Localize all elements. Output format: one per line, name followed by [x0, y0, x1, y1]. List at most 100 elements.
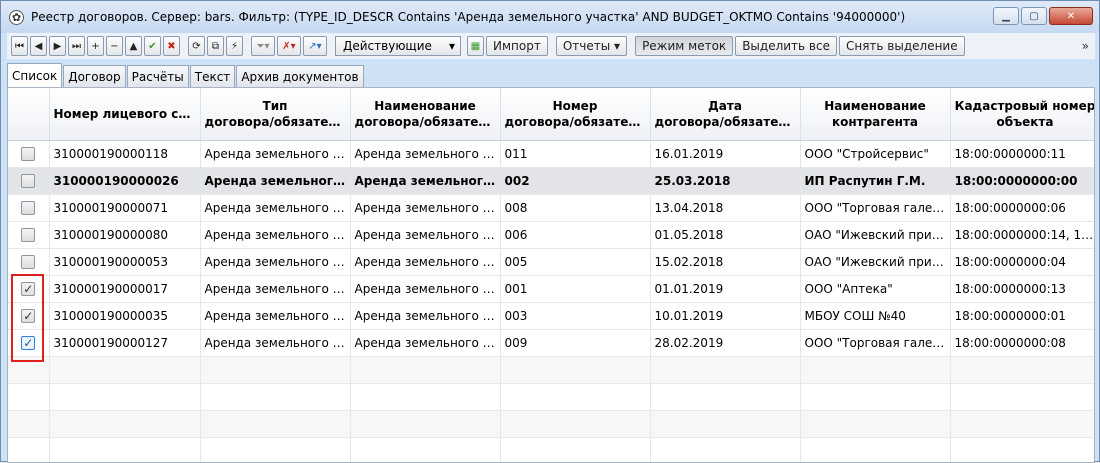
- counterparty-cell[interactable]: ООО "Торговая галерея": [800, 194, 951, 222]
- header-contract-name[interactable]: Наименованиедоговора/обязательс...: [350, 88, 501, 141]
- contract-date-cell[interactable]: 01.05.2018: [650, 221, 801, 249]
- mark-mode-button[interactable]: Режим меток: [635, 36, 734, 56]
- status-filter-dropdown[interactable]: Действующие ▾: [335, 36, 461, 56]
- counterparty-cell[interactable]: ООО "Стройсервис": [800, 140, 951, 168]
- contract-name-cell[interactable]: Аренда земельного уча...: [350, 194, 501, 222]
- counterparty-cell[interactable]: ИП Распутин Г.М.: [800, 167, 951, 195]
- account-number-cell[interactable]: 310000190000017: [49, 275, 201, 303]
- table-row[interactable]: 310000190000026Аренда земельного у...Аре…: [8, 167, 1094, 195]
- first-record-button[interactable]: ⏮: [11, 36, 28, 56]
- lightning-icon[interactable]: ⚡: [226, 36, 243, 56]
- copy-icon[interactable]: ⧉: [207, 36, 224, 56]
- table-row[interactable]: 310000190000071 Аренда земельного уча... А…: [8, 194, 1094, 222]
- counterparty-cell[interactable]: ОАО "Ижевский прибо...: [800, 248, 951, 276]
- table-row[interactable]: ✓ 310000190000017 Аренда земельного уча...…: [8, 275, 1094, 303]
- account-number-cell[interactable]: 310000190000026: [49, 167, 201, 195]
- apply-icon[interactable]: ✔: [144, 36, 161, 56]
- contract-name-cell[interactable]: Аренда земельного уча...: [350, 329, 501, 357]
- last-record-button[interactable]: ⏭: [68, 36, 85, 56]
- excel-icon[interactable]: ▦: [467, 36, 484, 56]
- counterparty-cell[interactable]: МБОУ СОШ №40: [800, 302, 951, 330]
- account-number-cell[interactable]: 310000190000080: [49, 221, 201, 249]
- tab-calculations[interactable]: Расчёты: [126, 65, 189, 87]
- cadastral-number-cell[interactable]: 18:00:0000000:11: [950, 140, 1094, 168]
- row-checkbox[interactable]: [21, 254, 36, 269]
- contract-number-cell[interactable]: 009: [500, 329, 651, 357]
- clear-selection-button[interactable]: Снять выделение: [838, 36, 965, 56]
- table-row[interactable]: ✓ 310000190000035 Аренда земельного уча...…: [8, 302, 1094, 330]
- account-number-cell[interactable]: 310000190000053: [49, 248, 201, 276]
- header-contract-date[interactable]: Датадоговора/обязательс...: [650, 88, 801, 141]
- contract-type-cell[interactable]: Аренда земельного уча...: [200, 221, 351, 249]
- maximize-button[interactable]: ▢: [1021, 7, 1047, 25]
- contract-number-cell[interactable]: 008: [500, 194, 651, 222]
- tab-text[interactable]: Текст: [189, 65, 236, 87]
- reports-button[interactable]: Отчеты ▾: [555, 36, 628, 56]
- contract-name-cell[interactable]: Аренда земельного уча...: [350, 140, 501, 168]
- contract-type-cell[interactable]: Аренда земельного уча...: [200, 248, 351, 276]
- contract-number-cell[interactable]: 003: [500, 302, 651, 330]
- cadastral-number-cell[interactable]: 18:00:0000000:06: [950, 194, 1094, 222]
- tab-list[interactable]: Список: [7, 63, 63, 87]
- cancel-icon[interactable]: ✖: [163, 36, 180, 56]
- header-cadastral-number[interactable]: Кадастровый номер объекта: [950, 88, 1094, 141]
- contract-number-cell[interactable]: 002: [500, 167, 651, 195]
- minimize-button[interactable]: ▁: [993, 7, 1019, 25]
- navigate-arrow-icon[interactable]: ↗▾: [303, 36, 327, 56]
- contract-date-cell[interactable]: 01.01.2019: [650, 275, 801, 303]
- account-number-cell[interactable]: 310000190000071: [49, 194, 201, 222]
- contract-type-cell[interactable]: Аренда земельного уча...: [200, 329, 351, 357]
- delete-record-button[interactable]: −: [106, 36, 123, 56]
- contract-number-cell[interactable]: 011: [500, 140, 651, 168]
- cadastral-number-cell[interactable]: 18:00:0000000:00: [950, 167, 1094, 195]
- header-account-number[interactable]: Номер лицевого счёта: [49, 88, 201, 141]
- contract-type-cell[interactable]: Аренда земельного уча...: [200, 275, 351, 303]
- contract-date-cell[interactable]: 15.02.2018: [650, 248, 801, 276]
- contract-type-cell[interactable]: Аренда земельного у...: [200, 167, 351, 195]
- counterparty-cell[interactable]: ООО "Торговая галерея": [800, 329, 951, 357]
- table-row[interactable]: ✓ 310000190000127 Аренда земельного уча...…: [8, 329, 1094, 357]
- header-contract-number[interactable]: Номер договора/обязател...: [500, 88, 651, 141]
- next-record-button[interactable]: ▶: [49, 36, 66, 56]
- table-row[interactable]: 310000190000080 Аренда земельного уча... А…: [8, 221, 1094, 249]
- row-checkbox[interactable]: [21, 227, 36, 242]
- contract-name-cell[interactable]: Аренда земельного уча...: [350, 302, 501, 330]
- filter-icon[interactable]: ⏷▾: [251, 36, 275, 56]
- account-number-cell[interactable]: 310000190000118: [49, 140, 201, 168]
- toolbar-overflow-button[interactable]: »: [1082, 39, 1089, 53]
- counterparty-cell[interactable]: ОАО "Ижевский прибо...: [800, 221, 951, 249]
- import-button[interactable]: Импорт: [486, 36, 548, 56]
- row-checkbox[interactable]: [21, 146, 36, 161]
- contract-date-cell[interactable]: 25.03.2018: [650, 167, 801, 195]
- cadastral-number-cell[interactable]: 18:00:0000000:08: [950, 329, 1094, 357]
- contract-type-cell[interactable]: Аренда земельного уча...: [200, 140, 351, 168]
- header-counterparty[interactable]: Наименование контрагента: [800, 88, 951, 141]
- contract-name-cell[interactable]: Аренда земельного уча...: [350, 275, 501, 303]
- table-row[interactable]: 310000190000118 Аренда земельного уча... А…: [8, 140, 1094, 168]
- contract-number-cell[interactable]: 001: [500, 275, 651, 303]
- contract-number-cell[interactable]: 006: [500, 221, 651, 249]
- counterparty-cell[interactable]: ООО "Аптека": [800, 275, 951, 303]
- cadastral-number-cell[interactable]: 18:00:0000000:04: [950, 248, 1094, 276]
- contract-type-cell[interactable]: Аренда земельного уча...: [200, 194, 351, 222]
- account-number-cell[interactable]: 310000190000127: [49, 329, 201, 357]
- clear-filter-icon[interactable]: ✗▾: [277, 36, 301, 56]
- row-checkbox[interactable]: ✓: [21, 308, 36, 323]
- row-checkbox[interactable]: [21, 173, 36, 188]
- cadastral-number-cell[interactable]: 18:00:0000000:13: [950, 275, 1094, 303]
- contract-name-cell[interactable]: Аренда земельного у...: [350, 167, 501, 195]
- cadastral-number-cell[interactable]: 18:00:0000000:01: [950, 302, 1094, 330]
- contract-type-cell[interactable]: Аренда земельного уча...: [200, 302, 351, 330]
- tab-contract[interactable]: Договор: [63, 65, 126, 87]
- row-checkbox[interactable]: ✓: [21, 281, 36, 296]
- contract-date-cell[interactable]: 10.01.2019: [650, 302, 801, 330]
- contract-name-cell[interactable]: Аренда земельного уча...: [350, 221, 501, 249]
- contract-date-cell[interactable]: 16.01.2019: [650, 140, 801, 168]
- row-checkbox[interactable]: [21, 200, 36, 215]
- table-row[interactable]: 310000190000053 Аренда земельного уча... А…: [8, 248, 1094, 276]
- refresh-icon[interactable]: ⟳: [188, 36, 205, 56]
- add-record-button[interactable]: +: [87, 36, 104, 56]
- contract-date-cell[interactable]: 13.04.2018: [650, 194, 801, 222]
- tab-documents-archive[interactable]: Архив документов: [236, 65, 364, 87]
- move-up-button[interactable]: ▲: [125, 36, 142, 56]
